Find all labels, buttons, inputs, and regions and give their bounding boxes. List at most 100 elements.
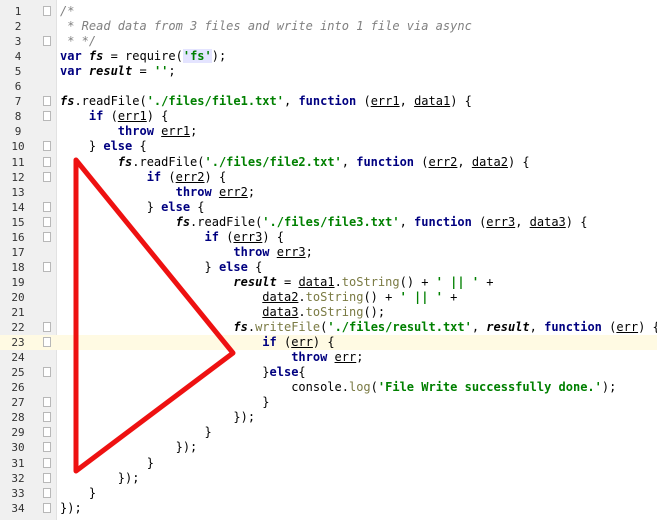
fold-marker-icon[interactable] xyxy=(43,412,51,423)
code-token: function xyxy=(544,320,610,335)
code-line[interactable]: 15 fs.readFile('./files/file3.txt', func… xyxy=(0,215,657,230)
code-token: } xyxy=(60,199,162,214)
code-text: * Read data from 3 files and write into … xyxy=(60,19,472,34)
code-token: , xyxy=(529,320,545,335)
code-line[interactable]: 31 } xyxy=(0,456,657,471)
fold-marker-icon[interactable] xyxy=(43,261,51,272)
fold-marker-icon[interactable] xyxy=(43,141,51,152)
fold-marker-icon[interactable] xyxy=(43,156,51,167)
code-line[interactable]: 23 if (err) { xyxy=(0,335,657,351)
code-line[interactable]: 24 throw err; xyxy=(0,350,657,365)
code-line[interactable]: 29 } xyxy=(0,425,657,440)
code-text: } xyxy=(60,486,96,501)
code-token: err3 xyxy=(233,229,263,244)
code-line[interactable]: 7 fs.readFile('./files/file1.txt', functi… xyxy=(0,94,657,109)
code-token: , xyxy=(457,154,472,169)
code-line[interactable]: 6 xyxy=(0,79,657,94)
fold-marker-icon[interactable] xyxy=(43,96,51,107)
line-number: 32 xyxy=(11,471,25,485)
code-token: }); xyxy=(60,470,140,485)
fold-marker-icon[interactable] xyxy=(43,337,51,348)
code-token: './files/result.txt' xyxy=(327,320,472,335)
line-number: 8 xyxy=(14,110,22,124)
code-line[interactable]: 14 } else { xyxy=(0,200,657,215)
code-line[interactable]: 9 throw err1; xyxy=(0,124,657,139)
fold-marker-icon[interactable] xyxy=(43,36,51,47)
code-line[interactable]: 12 if (err2) { xyxy=(0,170,657,185)
fold-marker-icon[interactable] xyxy=(43,171,51,182)
code-token: (); xyxy=(363,305,386,319)
fold-marker-icon[interactable] xyxy=(43,322,51,333)
code-text: if (err2) { xyxy=(60,170,227,185)
code-token: } xyxy=(60,259,219,274)
fold-marker-icon[interactable] xyxy=(43,487,51,498)
fold-marker-icon[interactable] xyxy=(43,457,51,468)
code-line[interactable]: 33 } xyxy=(0,486,657,501)
code-line[interactable]: 26 console.log('File Write successfully … xyxy=(0,380,657,395)
code-text: }else{ xyxy=(60,365,305,380)
code-token: } xyxy=(60,425,212,440)
code-token: } xyxy=(60,455,154,470)
line-number: 12 xyxy=(11,170,25,184)
code-line[interactable]: 4 var fs = require('fs'); xyxy=(0,49,657,64)
code-line[interactable]: 34}); xyxy=(0,501,657,516)
code-line[interactable]: 10 } else { xyxy=(0,139,657,154)
fold-marker-icon[interactable] xyxy=(43,397,51,408)
fold-marker-icon[interactable] xyxy=(43,111,51,122)
code-line[interactable]: 8 if (err1) { xyxy=(0,109,657,124)
code-line[interactable]: 21 data3.toString(); xyxy=(0,305,657,320)
code-token: fs xyxy=(88,49,104,64)
code-token: throw xyxy=(175,184,219,199)
line-number: 4 xyxy=(14,50,22,64)
code-token: result xyxy=(486,320,530,335)
fold-marker-icon[interactable] xyxy=(43,6,51,16)
code-line[interactable]: 28 }); xyxy=(0,410,657,425)
code-editor[interactable]: 1/* 2 * Read data from 3 files and write … xyxy=(0,0,657,520)
code-line[interactable]: 19 result = data1.toString() + ' || ' + xyxy=(0,275,657,290)
code-line[interactable]: 30 }); xyxy=(0,440,657,455)
code-line[interactable]: 18 } else { xyxy=(0,260,657,275)
line-number: 1 xyxy=(14,5,22,18)
code-token: err2 xyxy=(218,184,248,199)
code-token: var xyxy=(60,49,89,64)
code-token: ( xyxy=(110,109,118,124)
line-number: 17 xyxy=(11,245,25,259)
code-token: .readFile( xyxy=(74,94,147,109)
code-line[interactable]: 20 data2.toString() + ' || ' + xyxy=(0,290,657,305)
code-token: ) { xyxy=(565,214,588,229)
code-token: else xyxy=(269,365,299,380)
fold-marker-icon[interactable] xyxy=(43,367,51,378)
fold-marker-icon[interactable] xyxy=(43,502,51,513)
code-token: + xyxy=(479,274,494,289)
code-line[interactable]: 5 var result = ''; xyxy=(0,64,657,79)
fold-marker-icon[interactable] xyxy=(43,231,51,242)
code-line[interactable]: 16 if (err3) { xyxy=(0,230,657,245)
code-token: result xyxy=(233,274,277,289)
code-token: ) { xyxy=(312,335,335,350)
code-line[interactable]: 11 fs.readFile('./files/file2.txt', func… xyxy=(0,155,657,170)
code-line[interactable]: 13 throw err2; xyxy=(0,185,657,200)
fold-marker-icon[interactable] xyxy=(43,442,51,453)
fold-marker-icon[interactable] xyxy=(43,427,51,438)
fold-marker-icon[interactable] xyxy=(43,216,51,227)
code-line[interactable]: 27 } xyxy=(0,395,657,410)
fold-marker-icon[interactable] xyxy=(43,201,51,212)
code-line[interactable]: 32 }); xyxy=(0,471,657,486)
code-line[interactable]: 17 throw err3; xyxy=(0,245,657,260)
code-line[interactable]: 1 /* xyxy=(0,4,657,19)
line-number: 29 xyxy=(11,426,25,440)
code-line[interactable]: 25 }else{ xyxy=(0,365,657,380)
code-line[interactable]: 3 * */ xyxy=(0,34,657,49)
code-line[interactable]: 2 * Read data from 3 files and write int… xyxy=(0,19,657,34)
code-token: { xyxy=(255,259,263,274)
fold-marker-icon[interactable] xyxy=(43,472,51,483)
code-token: .readFile( xyxy=(132,154,205,169)
code-token: }); xyxy=(60,500,82,515)
code-token: err1 xyxy=(161,124,191,139)
code-line[interactable]: 22 fs.writeFile('./files/result.txt', re… xyxy=(0,320,657,335)
line-number: 14 xyxy=(11,200,25,214)
